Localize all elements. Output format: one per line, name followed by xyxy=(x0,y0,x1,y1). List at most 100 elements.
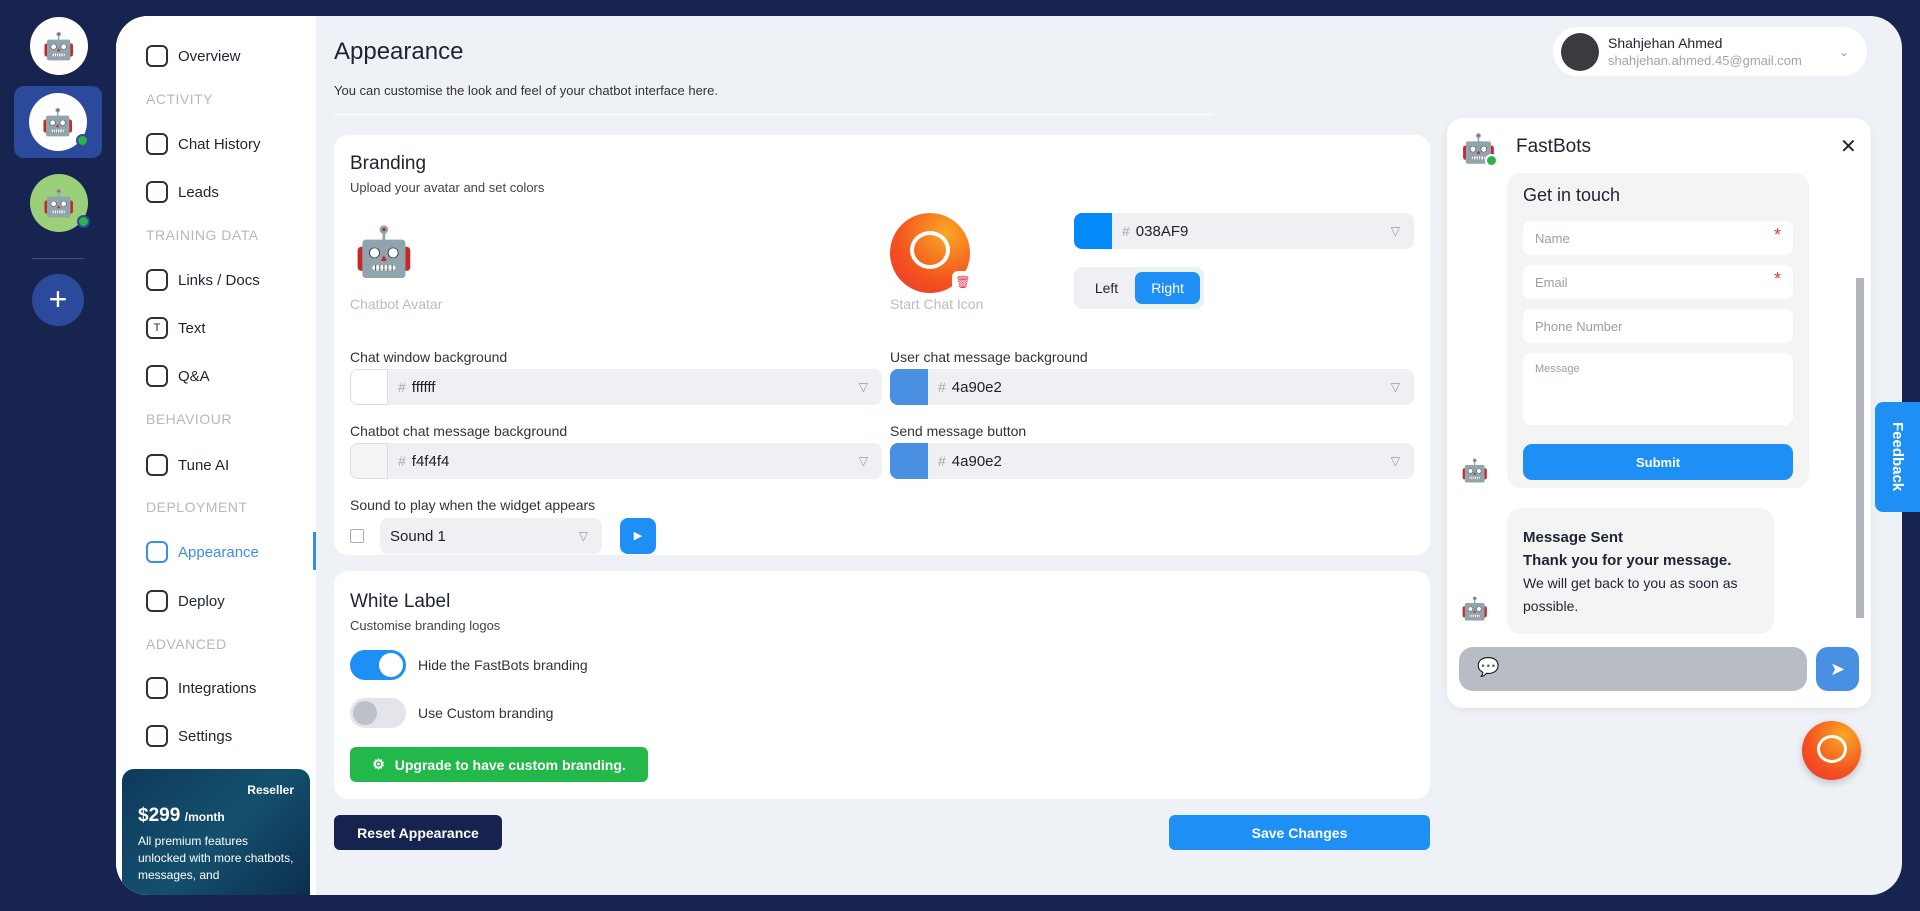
bot-avatar-small: 🤖 xyxy=(1461,596,1489,621)
reseller-promo-card[interactable]: Reseller $299 /month All premium feature… xyxy=(122,769,310,895)
user-msg-bg-field[interactable]: #4a90e2 ▽ xyxy=(890,369,1414,405)
toggle-knob xyxy=(379,653,403,677)
sidebar-item-settings[interactable]: Settings xyxy=(146,725,232,747)
chat-bubble-icon xyxy=(1817,735,1847,763)
color-value: 4a90e2 xyxy=(951,452,1002,470)
promo-text: All premium features unlocked with more … xyxy=(138,834,294,882)
sent-title: Message Sent xyxy=(1523,529,1624,546)
integrations-icon xyxy=(146,677,168,699)
chatbot-avatar: 🤖 xyxy=(29,93,89,151)
user-email: shahjehan.ahmed.45@gmail.com xyxy=(1608,52,1802,68)
sound-select[interactable]: Sound 1 ▽ xyxy=(380,518,602,554)
chatbot-avatar-2[interactable]: 🤖 xyxy=(30,174,90,232)
chatbot-msg-bg-field[interactable]: # f4f4f4 ▽ xyxy=(350,443,882,479)
send-button-color-field[interactable]: #4a90e2 ▽ xyxy=(890,443,1414,479)
sidebar-item-label: Settings xyxy=(178,727,233,745)
feedback-tab[interactable]: Feedback xyxy=(1875,402,1920,512)
robot-icon: 🤖 xyxy=(42,187,76,218)
grid-icon xyxy=(146,45,168,67)
chatbot-selected[interactable]: 🤖 xyxy=(14,86,102,158)
chevron-down-icon: ▽ xyxy=(1390,224,1400,238)
hash-sign: # xyxy=(938,379,946,395)
field-label: Send message button xyxy=(890,423,1027,439)
color-value: 4a90e2 xyxy=(951,378,1002,396)
gear-icon: ⚙ xyxy=(372,756,385,772)
position-right-button[interactable]: Right xyxy=(1135,272,1200,304)
email-input[interactable]: Email * xyxy=(1523,265,1793,299)
app-logo[interactable]: 🤖 xyxy=(30,17,88,75)
accent-color-field[interactable]: #038AF9 ▽ xyxy=(1074,213,1414,249)
sidebar-item-chat-history[interactable]: Chat History xyxy=(146,133,261,155)
sidebar-item-overview[interactable]: Overview xyxy=(146,45,241,67)
reset-appearance-button[interactable]: Reset Appearance xyxy=(334,815,502,850)
delete-icon[interactable]: 🗑 xyxy=(952,271,974,293)
color-value: 038AF9 xyxy=(1135,222,1189,240)
sidebar-item-links-docs[interactable]: Links / Docs xyxy=(146,269,260,291)
toggle-knob xyxy=(353,701,377,725)
hash-sign: # xyxy=(938,453,946,469)
chat-launcher-button[interactable] xyxy=(1802,721,1861,780)
section-label: BEHAVIOUR xyxy=(146,411,232,427)
required-mark: * xyxy=(1773,269,1781,289)
field-label: Chatbot chat message background xyxy=(350,423,568,439)
user-menu[interactable]: Shahjehan Ahmed shahjehan.ahmed.45@gmail.… xyxy=(1553,27,1867,76)
send-button[interactable]: ➤ xyxy=(1816,647,1859,691)
field-label: Sound to play when the widget appears xyxy=(350,497,596,513)
sidebar-item-tune-ai[interactable]: Tune AI xyxy=(146,454,229,476)
sidebar-item-text[interactable]: T Text xyxy=(146,317,206,339)
section-title: Branding xyxy=(350,153,427,174)
chevron-down-icon: ▽ xyxy=(1390,380,1400,394)
sound-checkbox[interactable] xyxy=(350,529,364,543)
name-input[interactable]: Name * xyxy=(1523,221,1793,255)
play-sound-button[interactable]: ▶ xyxy=(620,518,656,554)
sidebar-item-deploy[interactable]: Deploy xyxy=(146,590,225,612)
chat-window-bg-field[interactable]: # ffffff ▽ xyxy=(350,369,882,405)
user-avatar xyxy=(1561,32,1599,71)
section-label: ADVANCED xyxy=(146,636,227,652)
promo-price: $299 xyxy=(138,805,181,826)
qa-icon xyxy=(146,365,168,387)
section-title: White Label xyxy=(350,591,451,612)
sidebar-item-label: Integrations xyxy=(178,679,257,697)
branding-card: Branding Upload your avatar and set colo… xyxy=(334,135,1430,555)
position-left-button[interactable]: Left xyxy=(1078,280,1135,296)
sent-thanks: Thank you for your message. xyxy=(1523,552,1732,569)
section-label: ACTIVITY xyxy=(146,91,214,107)
position-toggle: Left Right xyxy=(1074,267,1204,309)
widget-title: FastBots xyxy=(1516,136,1591,157)
sidebar-item-integrations[interactable]: Integrations xyxy=(146,677,256,699)
section-subtitle: Customise branding logos xyxy=(350,618,501,633)
placeholder: Phone Number xyxy=(1535,319,1623,334)
white-label-card: White Label Customise branding logos Hid… xyxy=(334,571,1430,799)
chat-input[interactable]: 💬 xyxy=(1459,647,1807,691)
close-icon[interactable]: ✕ xyxy=(1840,134,1857,159)
page-title: Appearance xyxy=(334,38,464,65)
chat-options-icon[interactable]: 💬 xyxy=(1477,657,1499,678)
custom-branding-toggle[interactable] xyxy=(350,698,406,728)
placeholder: Email xyxy=(1535,275,1568,290)
upgrade-button[interactable]: ⚙ Upgrade to have custom branding. xyxy=(350,747,648,782)
add-chatbot-button[interactable]: + xyxy=(32,274,84,326)
save-changes-button[interactable]: Save Changes xyxy=(1169,815,1430,850)
chevron-down-icon: ▽ xyxy=(578,529,588,543)
sidebar-item-leads[interactable]: Leads xyxy=(146,181,219,203)
bot-avatar-small: 🤖 xyxy=(1461,458,1489,483)
color-swatch xyxy=(890,369,928,405)
message-textarea[interactable]: Message xyxy=(1523,353,1793,425)
scrollbar[interactable] xyxy=(1856,278,1864,618)
sidebar-item-qa[interactable]: Q&A xyxy=(146,365,210,387)
submit-button[interactable]: Submit xyxy=(1523,444,1793,480)
page-subtitle: You can customise the look and feel of y… xyxy=(334,83,718,98)
link-icon xyxy=(146,269,168,291)
required-mark: * xyxy=(1773,225,1781,245)
promo-badge: Reseller xyxy=(247,783,294,797)
hide-branding-toggle[interactable] xyxy=(350,650,406,680)
sidebar-item-appearance[interactable]: Appearance xyxy=(146,541,259,563)
chatbot-avatar-upload[interactable]: 🤖 xyxy=(354,223,414,280)
placeholder: Name xyxy=(1535,231,1570,246)
field-label: User chat message background xyxy=(890,349,1088,365)
online-dot xyxy=(1484,154,1498,167)
start-chat-icon-upload[interactable]: 🗑 xyxy=(890,213,974,293)
text-icon: T xyxy=(146,317,168,339)
phone-input[interactable]: Phone Number xyxy=(1523,309,1793,343)
